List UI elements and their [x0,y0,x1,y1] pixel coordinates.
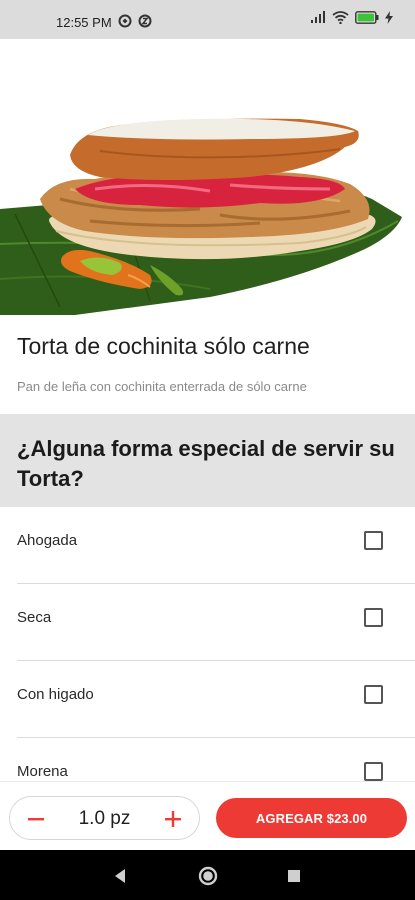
status-bar: 12:55 PM [0,0,415,39]
option-ahogada[interactable]: Ahogada [0,507,415,584]
option-seca[interactable]: Seca [0,584,415,661]
add-to-cart-button[interactable]: AGREGAR $23.00 [216,798,407,838]
status-time: 12:55 PM [56,15,112,30]
plus-icon[interactable] [157,803,189,835]
bottom-action-bar: 1.0 pz AGREGAR $23.00 [0,781,415,850]
signal-icon [310,11,326,29]
option-label: Seca [17,609,52,626]
option-label: Ahogada [17,532,78,549]
recents-icon[interactable] [283,865,305,887]
quantity-stepper: 1.0 pz [9,796,200,840]
battery-icon [355,11,379,29]
system-navigation-bar [0,850,415,900]
notification-icon [118,14,132,28]
checkbox[interactable] [364,762,383,781]
option-con-higado[interactable]: Con higado [0,661,415,738]
back-icon[interactable] [109,865,131,887]
checkbox[interactable] [364,685,383,704]
minus-icon[interactable] [20,803,52,835]
product-description: Pan de leña con cochinita enterrada de s… [17,379,307,394]
options-list: Ahogada Seca Con higado Morena [0,507,415,815]
product-image [0,39,415,319]
option-label: Con higado [17,686,94,703]
charging-icon [385,11,393,29]
options-section-header: ¿Alguna forma especial de servir su Tort… [0,414,415,507]
product-title: Torta de cochinita sólo carne [17,333,310,359]
status-icons [310,11,393,29]
home-icon[interactable] [197,865,219,887]
checkbox[interactable] [364,608,383,627]
notification-icon [138,14,152,28]
option-label: Morena [17,763,68,780]
section-title: ¿Alguna forma especial de servir su Tort… [17,436,395,491]
wifi-icon [332,11,349,29]
quantity-value: 1.0 pz [78,808,131,829]
checkbox[interactable] [364,531,383,550]
